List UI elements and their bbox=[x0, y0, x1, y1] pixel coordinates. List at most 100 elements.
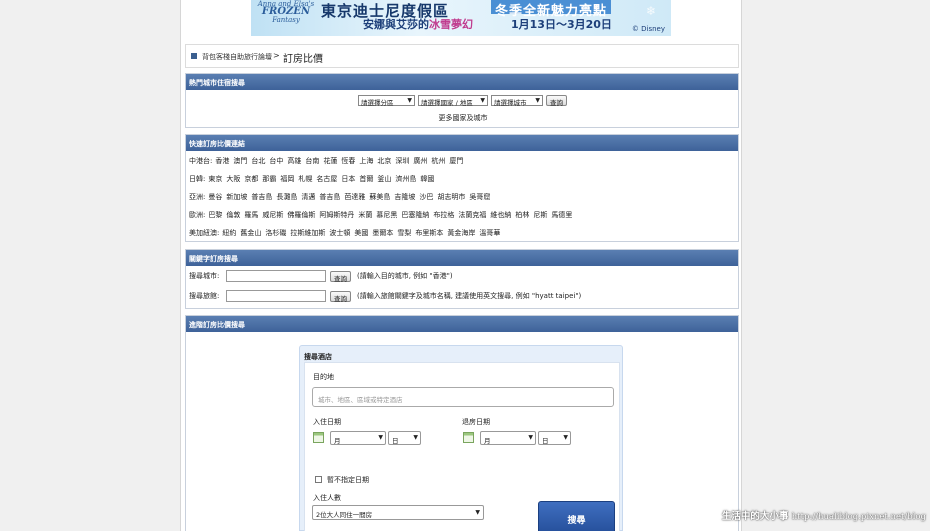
city-link[interactable]: 洛杉磯 bbox=[265, 229, 286, 237]
popular-city-section: 熱門城市住宿搜尋 請選擇分區 ▼ 請選擇國家 / 地區 ▼ 請選擇城市 ▼ 查詢 更多… bbox=[185, 73, 739, 128]
city-link[interactable]: 芭達雅 bbox=[344, 193, 365, 201]
city-link[interactable]: 紐約 bbox=[222, 229, 236, 237]
city-link[interactable]: 台中 bbox=[269, 157, 283, 165]
city-link[interactable]: 恆春 bbox=[341, 157, 355, 165]
city-link[interactable]: 曼谷 bbox=[208, 193, 222, 201]
city-link[interactable]: 札幌 bbox=[298, 175, 312, 183]
city-link[interactable]: 普吉島 bbox=[319, 193, 340, 201]
promo-banner[interactable]: Anna and Elsa's FROZEN Fantasy 東京迪士尼度假區 … bbox=[251, 0, 671, 36]
city-link[interactable]: 上海 bbox=[359, 157, 373, 165]
city-link[interactable]: 釜山 bbox=[377, 175, 391, 183]
city-link[interactable]: 波士頓 bbox=[329, 229, 350, 237]
city-link[interactable]: 韓國 bbox=[420, 175, 434, 183]
no-date-checkbox[interactable] bbox=[315, 476, 322, 483]
city-link[interactable]: 福岡 bbox=[280, 175, 294, 183]
city-link[interactable]: 首爾 bbox=[359, 175, 373, 183]
city-link[interactable]: 澳門 bbox=[233, 157, 247, 165]
city-link[interactable]: 大阪 bbox=[226, 175, 240, 183]
city-link[interactable]: 吳哥窟 bbox=[469, 193, 490, 201]
city-link[interactable]: 威尼斯 bbox=[262, 211, 283, 219]
city-link[interactable]: 香港 bbox=[215, 157, 229, 165]
city-search-input[interactable] bbox=[226, 270, 326, 282]
city-link[interactable]: 東京 bbox=[208, 175, 222, 183]
region-label: 歐洲: bbox=[189, 211, 206, 219]
more-countries-link[interactable]: 更多國家及城市 bbox=[186, 113, 740, 123]
checkin-day-select[interactable]: 日 ▼ bbox=[388, 431, 421, 445]
bullet-icon bbox=[191, 53, 197, 59]
guests-select[interactable]: 2位大人同住一間房 ▼ bbox=[312, 505, 484, 520]
city-link[interactable]: 廣州 bbox=[413, 157, 427, 165]
city-link[interactable]: 黃金海岸 bbox=[447, 229, 475, 237]
city-link[interactable]: 長灘島 bbox=[276, 193, 297, 201]
page-container: Anna and Elsa's FROZEN Fantasy 東京迪士尼度假區 … bbox=[180, 0, 742, 531]
city-link[interactable]: 馬德里 bbox=[551, 211, 572, 219]
chevron-down-icon: ▼ bbox=[413, 434, 418, 441]
city-link[interactable]: 舊金山 bbox=[240, 229, 261, 237]
hotel-query-button[interactable]: 查詢 bbox=[330, 290, 351, 303]
section-header: 熱門城市住宿搜尋 bbox=[186, 74, 738, 90]
region-select[interactable]: 請選擇分區 ▼ bbox=[358, 95, 415, 107]
city-link[interactable]: 溫哥華 bbox=[479, 229, 500, 237]
city-select[interactable]: 請選擇城市 ▼ bbox=[491, 95, 543, 107]
city-link[interactable]: 杭州 bbox=[431, 157, 445, 165]
city-link[interactable]: 維也納 bbox=[490, 211, 511, 219]
breadcrumb-parent-link[interactable]: 背包客棧自助旅行論壇 bbox=[202, 52, 272, 62]
city-link[interactable]: 沙巴 bbox=[419, 193, 433, 201]
keyword-search-section: 關鍵字訂房搜尋 搜尋城市: 查詢 (請輸入目的城市, 例如 "香港") 搜尋旅館… bbox=[185, 249, 739, 309]
city-link[interactable]: 那霸 bbox=[262, 175, 276, 183]
region-label: 亞洲: bbox=[189, 193, 206, 201]
city-link[interactable]: 吉隆坡 bbox=[394, 193, 415, 201]
city-link[interactable]: 清邁 bbox=[301, 193, 315, 201]
city-link[interactable]: 慕尼黑 bbox=[376, 211, 397, 219]
checkout-month-select[interactable]: 月 ▼ bbox=[480, 431, 536, 445]
city-link[interactable]: 羅馬 bbox=[244, 211, 258, 219]
city-link[interactable]: 拉斯維加斯 bbox=[290, 229, 325, 237]
checkin-month-select[interactable]: 月 ▼ bbox=[330, 431, 386, 445]
country-select[interactable]: 請選擇國家 / 地區 ▼ bbox=[418, 95, 488, 107]
city-link[interactable]: 美國 bbox=[354, 229, 368, 237]
city-link[interactable]: 布拉格 bbox=[433, 211, 454, 219]
city-link[interactable]: 佛羅倫斯 bbox=[287, 211, 315, 219]
city-link[interactable]: 深圳 bbox=[395, 157, 409, 165]
hotel-search-row: 搜尋旅館: 查詢 (請輸入旅館關鍵字及城市名稱, 建議使用英文搜尋, 例如 "h… bbox=[189, 290, 581, 303]
city-link[interactable]: 名古屋 bbox=[316, 175, 337, 183]
calendar-icon[interactable] bbox=[313, 432, 324, 443]
destination-input[interactable]: 城市、地區、區域或特定酒店 bbox=[312, 387, 614, 407]
calendar-icon[interactable] bbox=[463, 432, 474, 443]
search-form: 目的地 城市、地區、區域或特定酒店 入住日期 月 ▼ 日 ▼ 退房日期 月 ▼ 日 ▼ … bbox=[304, 362, 620, 531]
city-link[interactable]: 日本 bbox=[341, 175, 355, 183]
city-link[interactable]: 普吉島 bbox=[251, 193, 272, 201]
city-link[interactable]: 阿姆斯特丹 bbox=[319, 211, 354, 219]
city-link[interactable]: 墨爾本 bbox=[372, 229, 393, 237]
city-link[interactable]: 巴塞隆納 bbox=[401, 211, 429, 219]
city-link[interactable]: 花蓮 bbox=[323, 157, 337, 165]
city-link[interactable]: 法蘭克福 bbox=[458, 211, 486, 219]
city-link-row: 亞洲: 曼谷 新加坡 普吉島 長灘島 清邁 普吉島 芭達雅 蘇美島 吉隆坡 沙巴 胡志明市 吳哥窟 bbox=[189, 192, 494, 202]
city-link-row: 歐洲: 巴黎 倫敦 羅馬 威尼斯 佛羅倫斯 阿姆斯特丹 米蘭 慕尼黑 巴塞隆納 布拉格 法蘭克福 維也納… bbox=[189, 210, 576, 220]
city-link[interactable]: 尼斯 bbox=[533, 211, 547, 219]
city-link[interactable]: 北京 bbox=[377, 157, 391, 165]
query-button[interactable]: 查詢 bbox=[546, 95, 567, 107]
hotel-search-input[interactable] bbox=[226, 290, 326, 302]
city-link[interactable]: 高雄 bbox=[287, 157, 301, 165]
city-link[interactable]: 雪梨 bbox=[397, 229, 411, 237]
city-link[interactable]: 巴黎 bbox=[208, 211, 222, 219]
city-link[interactable]: 倫敦 bbox=[226, 211, 240, 219]
checkout-day-select[interactable]: 日 ▼ bbox=[538, 431, 571, 445]
city-link[interactable]: 新加坡 bbox=[226, 193, 247, 201]
city-link[interactable]: 濟州島 bbox=[395, 175, 416, 183]
city-link[interactable]: 台南 bbox=[305, 157, 319, 165]
city-link[interactable]: 布里斯本 bbox=[415, 229, 443, 237]
city-link[interactable]: 胡志明市 bbox=[437, 193, 465, 201]
city-link[interactable]: 廈門 bbox=[449, 157, 463, 165]
city-link[interactable]: 京都 bbox=[244, 175, 258, 183]
search-button[interactable]: 搜尋 bbox=[538, 501, 615, 531]
city-query-button[interactable]: 查詢 bbox=[330, 270, 351, 283]
city-link[interactable]: 米蘭 bbox=[358, 211, 372, 219]
city-search-row: 搜尋城市: 查詢 (請輸入目的城市, 例如 "香港") bbox=[189, 270, 453, 283]
city-link[interactable]: 蘇美島 bbox=[369, 193, 390, 201]
city-link[interactable]: 柏林 bbox=[515, 211, 529, 219]
banner-subtitle: 安娜與艾莎的冰雪夢幻 bbox=[363, 18, 473, 31]
breadcrumb: 背包客棧自助旅行論壇 > 訂房比價 bbox=[185, 44, 739, 68]
city-link[interactable]: 台北 bbox=[251, 157, 265, 165]
